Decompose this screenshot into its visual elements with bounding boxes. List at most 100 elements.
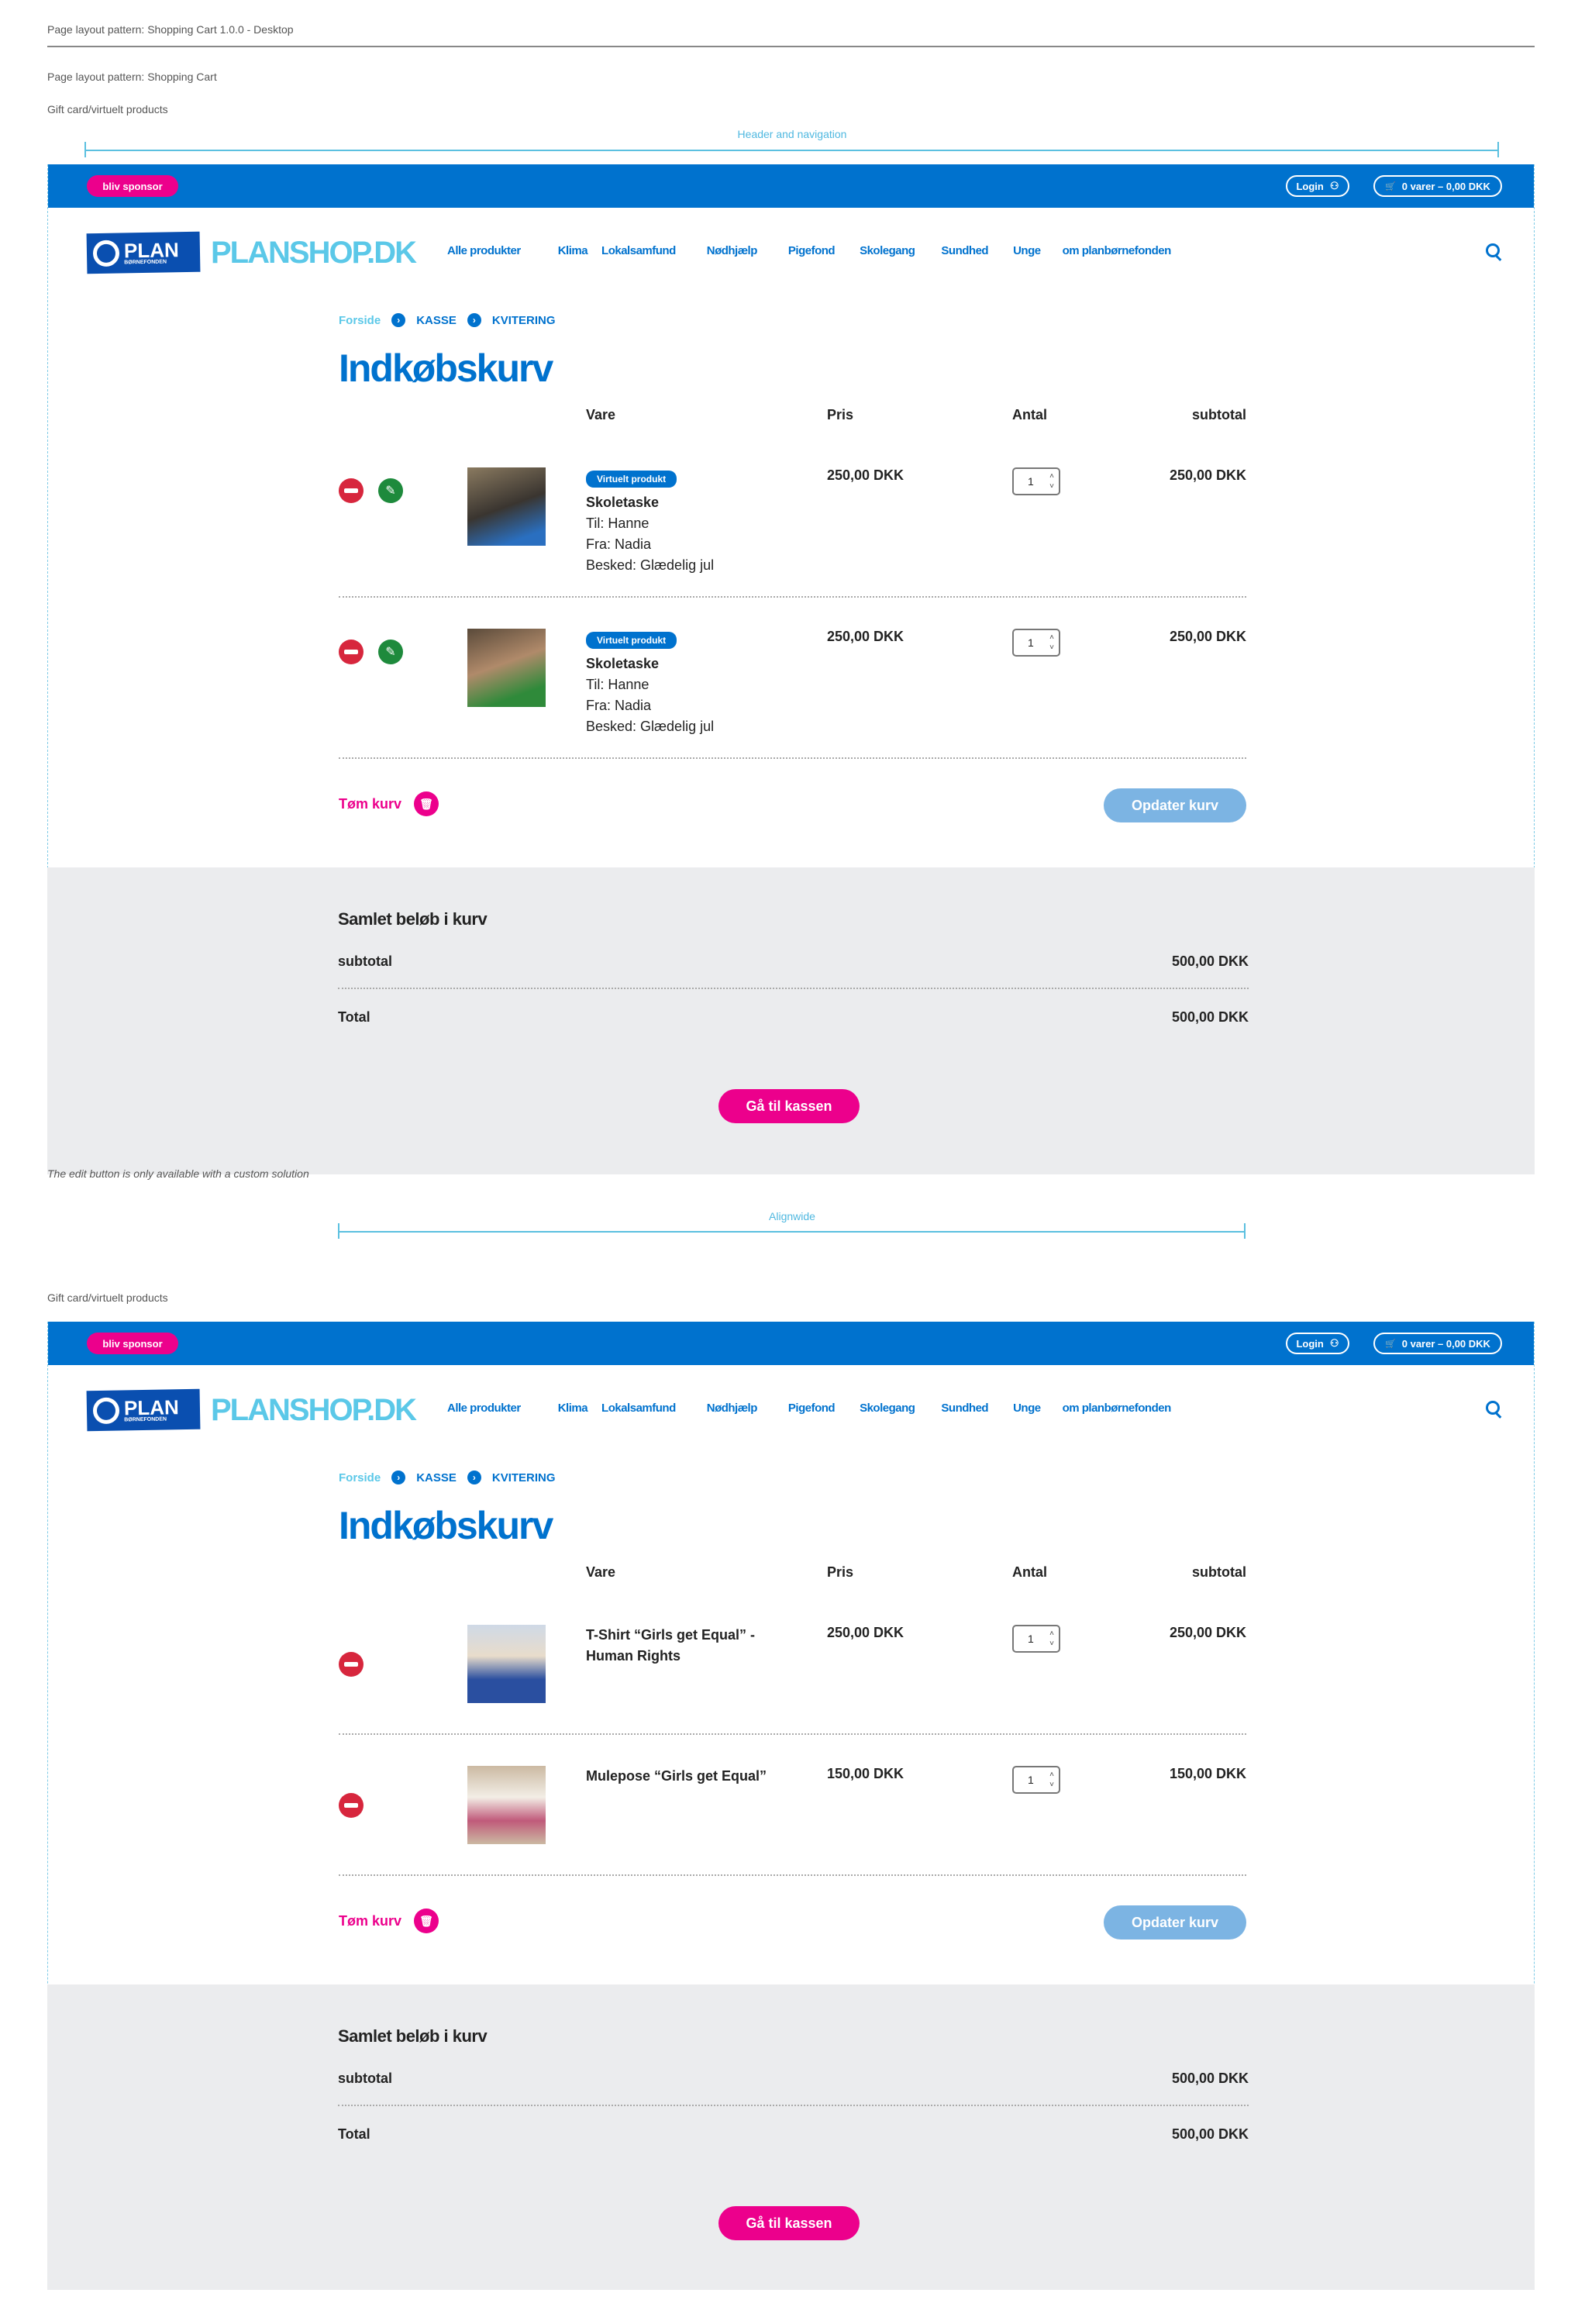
nav-item[interactable]: Unge — [1013, 1402, 1041, 1415]
chevron-right-icon: › — [467, 313, 481, 327]
stepper-arrows-icon[interactable]: ˄ ˅ — [1049, 1629, 1054, 1649]
product-image[interactable] — [467, 467, 546, 546]
logo-text: PLAN BØRNEFONDEN — [124, 238, 179, 265]
table-header: Vare Pris Antal subtotal — [339, 407, 1246, 436]
checkout-button[interactable]: Gå til kassen — [718, 2206, 860, 2240]
logo-text: PLAN BØRNEFONDEN — [124, 1395, 179, 1422]
login-button[interactable]: Login ⚇ — [1286, 1333, 1349, 1354]
total-row: Total 500,00 DKK — [338, 1009, 1249, 1026]
button-label: bliv sponsor — [102, 1337, 163, 1350]
product-name[interactable]: T-Shirt “Girls get Equal” - Human Rights — [586, 1625, 787, 1667]
edit-item-icon[interactable]: ✎ — [378, 640, 403, 664]
quantity-stepper[interactable]: 1 ˄ ˅ — [1012, 629, 1060, 657]
top-bar: bliv sponsor Login ⚇ 🛒 0 varer – 0,00 DKK — [48, 164, 1534, 208]
nav-item[interactable]: Sundhed — [941, 244, 988, 257]
quantity-value: 1 — [1028, 475, 1034, 488]
shop-name[interactable]: PLANSHOP.DK — [211, 1393, 417, 1428]
cart-summary-section: Samlet beløb i kurv subtotal 500,00 DKK Tot… — [47, 1984, 1535, 2290]
become-sponsor-button[interactable]: bliv sponsor — [87, 1333, 178, 1354]
line-subtotal: 150,00 DKK — [1169, 1766, 1246, 1781]
breadcrumb-item[interactable]: Forside — [339, 314, 381, 327]
button-label: Gå til kassen — [746, 2215, 832, 2231]
trash-icon: 🗑 — [414, 1909, 439, 1933]
product-image[interactable] — [467, 1766, 546, 1844]
mini-cart-button[interactable]: 🛒 0 varer – 0,00 DKK — [1373, 1333, 1502, 1354]
page-heading: Indkøbskurv — [339, 1504, 553, 1547]
nav-item[interactable]: Klima — [558, 1402, 588, 1415]
breadcrumb-item[interactable]: KASSE — [416, 1471, 457, 1484]
product-price: 250,00 DKK — [827, 1625, 904, 1640]
nav-item[interactable]: Skolegang — [860, 1402, 915, 1415]
remove-item-icon[interactable] — [339, 1652, 364, 1677]
total-row: Total 500,00 DKK — [338, 2126, 1249, 2143]
breadcrumb-item[interactable]: KVITERING — [492, 314, 556, 327]
plan-logo[interactable]: PLAN BØRNEFONDEN — [86, 231, 201, 274]
edit-item-icon[interactable]: ✎ — [378, 478, 403, 503]
remove-item-icon[interactable] — [339, 640, 364, 664]
cart-icon: 🛒 — [1385, 1339, 1396, 1349]
search-icon[interactable] — [1486, 243, 1500, 257]
nav-item[interactable]: Nødhjælp — [707, 244, 758, 257]
cart-actions: Tøm kurv 🗑 Opdater kurv — [339, 1876, 1246, 1984]
login-button[interactable]: Login ⚇ — [1286, 175, 1349, 197]
shop-name[interactable]: PLANSHOP.DK — [211, 236, 417, 271]
update-cart-button[interactable]: Opdater kurv — [1104, 1905, 1246, 1940]
empty-cart-button[interactable]: Tøm kurv 🗑 — [339, 1909, 439, 1933]
subtotal-label: subtotal — [338, 2071, 392, 2086]
column-header-price: Pris — [827, 407, 854, 422]
nav-item[interactable]: om planbørnefonden — [1063, 244, 1172, 257]
checkout-button[interactable]: Gå til kassen — [718, 1089, 860, 1123]
logo-emblem — [92, 1397, 120, 1425]
cart-summary: 0 varer – 0,00 DKK — [1401, 180, 1490, 192]
nav-item[interactable]: Pigefond — [788, 1402, 836, 1415]
section-label: Gift card/virtuelt products — [47, 103, 168, 116]
nav-item[interactable]: Unge — [1013, 244, 1041, 257]
quantity-stepper[interactable]: 1 ˄ ˅ — [1012, 1766, 1060, 1794]
breadcrumb: Forside › KASSE › KVITERING — [339, 297, 1246, 328]
quantity-stepper[interactable]: 1 ˄ ˅ — [1012, 1625, 1060, 1653]
product-name[interactable]: Skoletaske — [586, 653, 787, 674]
cart-row: ✎ Virtuelt produkt Skoletaske Til: Hanne Fra… — [339, 436, 1246, 598]
nav-item[interactable]: Skolegang — [860, 244, 915, 257]
column-header-qty: Antal — [1012, 407, 1047, 422]
nav-item[interactable]: Lokalsamfund — [601, 244, 676, 257]
breadcrumb-item[interactable]: KVITERING — [492, 1471, 556, 1484]
nav-item[interactable]: Klima — [558, 244, 588, 257]
nav-item[interactable]: Alle produkter — [447, 244, 521, 257]
column-header-price: Pris — [827, 1564, 854, 1580]
product-name[interactable]: Skoletaske — [586, 492, 787, 513]
product-price: 150,00 DKK — [827, 1766, 904, 1781]
nav-item[interactable]: Pigefond — [788, 244, 836, 257]
nav-item[interactable]: Lokalsamfund — [601, 1402, 676, 1415]
column-header-subtotal: subtotal — [1192, 1564, 1246, 1580]
stepper-arrows-icon[interactable]: ˄ ˅ — [1049, 1770, 1054, 1790]
search-icon[interactable] — [1486, 1401, 1500, 1415]
product-name[interactable]: Mulepose “Girls get Equal” — [586, 1766, 787, 1787]
plan-logo[interactable]: PLAN BØRNEFONDEN — [86, 1388, 201, 1432]
nav-item[interactable]: Nødhjælp — [707, 1402, 758, 1415]
remove-item-icon[interactable] — [339, 1793, 364, 1818]
stepper-arrows-icon[interactable]: ˄ ˅ — [1049, 633, 1054, 653]
quantity-stepper[interactable]: 1 ˄ ˅ — [1012, 467, 1060, 495]
product-image[interactable] — [467, 629, 546, 707]
breadcrumb-item[interactable]: Forside — [339, 1471, 381, 1484]
update-cart-button[interactable]: Opdater kurv — [1104, 788, 1246, 822]
button-label: Login — [1296, 1337, 1324, 1350]
breadcrumb-item[interactable]: KASSE — [416, 314, 457, 327]
nav-item[interactable]: Sundhed — [941, 1402, 988, 1415]
trash-icon: 🗑 — [414, 791, 439, 816]
button-label: Gå til kassen — [746, 1098, 832, 1114]
cart-summary: 0 varer – 0,00 DKK — [1401, 1337, 1490, 1350]
product-image[interactable] — [467, 1625, 546, 1703]
nav-item[interactable]: Alle produkter — [447, 1402, 521, 1415]
remove-item-icon[interactable] — [339, 478, 364, 503]
become-sponsor-button[interactable]: bliv sponsor — [87, 175, 178, 197]
stepper-arrows-icon[interactable]: ˄ ˅ — [1049, 471, 1054, 491]
cart-row: T-Shirt “Girls get Equal” - Human Rights… — [339, 1594, 1246, 1735]
total-label: Total — [338, 1009, 370, 1025]
table-header: Vare Pris Antal subtotal — [339, 1564, 1246, 1594]
mini-cart-button[interactable]: 🛒 0 varer – 0,00 DKK — [1373, 175, 1502, 197]
nav-item[interactable]: om planbørnefonden — [1063, 1402, 1172, 1415]
page-heading: Indkøbskurv — [339, 347, 553, 390]
empty-cart-button[interactable]: Tøm kurv 🗑 — [339, 791, 439, 816]
